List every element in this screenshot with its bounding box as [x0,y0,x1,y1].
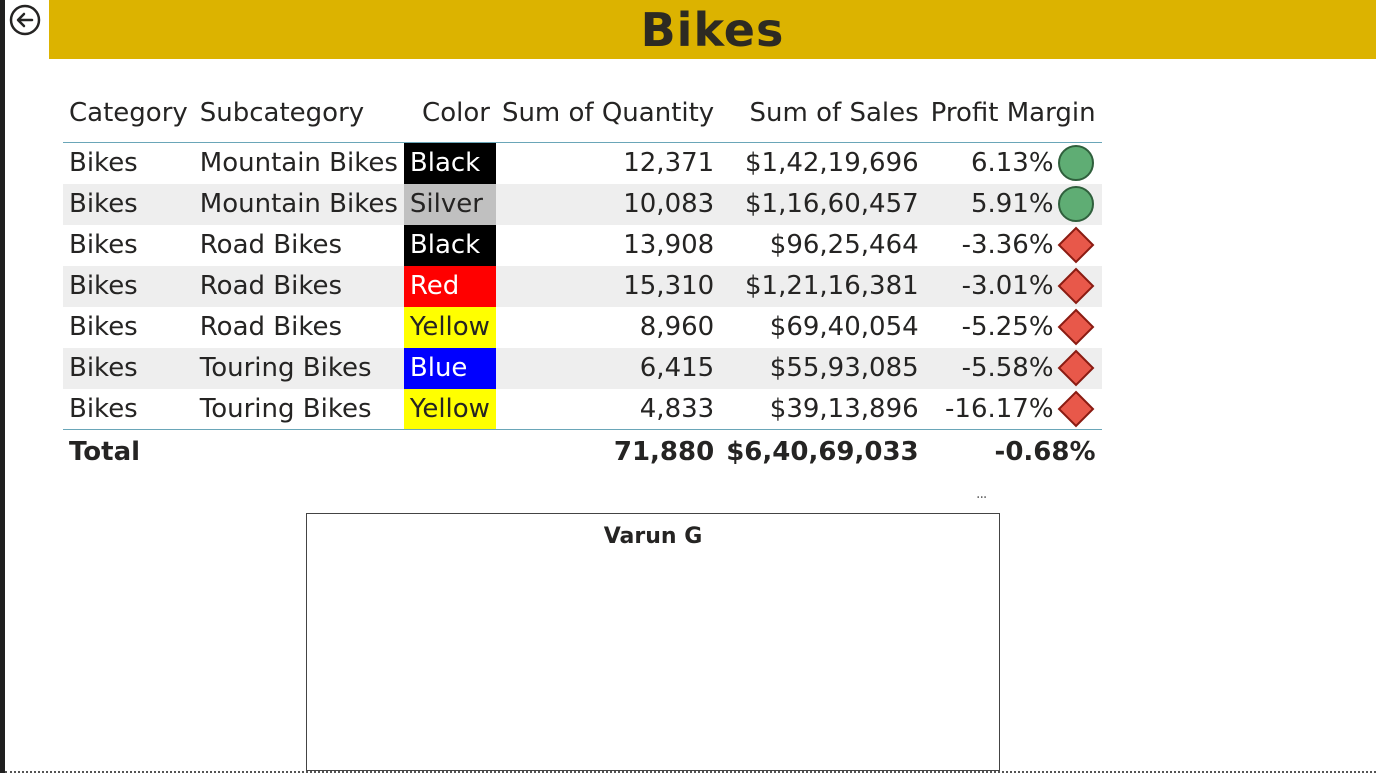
cell-profit-margin: -5.25% [925,307,1102,348]
cell-sales: $96,25,464 [769,230,919,260]
red-diamond-icon [1056,266,1096,306]
table-header-row: Category Subcategory Color Sum of Quanti… [63,84,1102,143]
header-quantity[interactable]: Sum of Quantity [495,84,721,143]
profit-margin-value: -3.36% [961,230,1054,260]
back-arrow-icon[interactable] [9,4,41,36]
cell-quantity: 4,833 [639,393,715,424]
cell-sales: $1,16,60,457 [720,183,925,225]
cell-subcategory: Road Bikes [199,312,343,342]
cell-quantity: 6,415 [495,347,721,389]
title-banner: Bikes [49,0,1376,59]
cell-subcategory: Road Bikes [199,230,343,260]
header-sales[interactable]: Sum of Sales [720,84,925,143]
table-row[interactable]: Bikes Touring Bikes Blue 6,415 $55,93,085 -5.… [63,347,1102,389]
total-label: Total [63,429,194,474]
profit-margin-value: -16.17% [945,393,1054,424]
cell-sales: $69,40,054 [769,312,919,342]
cell-subcategory: Touring Bikes [193,347,404,389]
cell-category: Bikes [69,312,138,342]
profit-margin-value: -5.58% [961,353,1054,383]
green-circle-icon [1056,184,1096,224]
table-row[interactable]: Bikes Road Bikes Red 15,310 $1,21,16,381 -3.0… [63,265,1102,307]
total-quantity: 71,880 [495,429,721,474]
header-category[interactable]: Category [63,84,194,143]
cell-sales: $1,42,19,696 [744,148,919,179]
cell-category: Bikes [63,347,194,389]
header-profit-margin[interactable]: Profit Margin [924,84,1102,143]
cell-quantity: 13,908 [623,230,715,260]
cell-color: Blue [403,347,496,389]
red-diamond-icon [1056,348,1096,388]
name-card: Varun G [306,513,1000,771]
cell-color: Red [403,265,496,307]
profit-margin-value: -3.01% [961,271,1054,301]
table-row[interactable]: Bikes Road Bikes Black 13,908 $96,25,464 -3.3… [63,224,1102,266]
cell-color: Yellow [403,388,496,430]
cell-category: Bikes [69,148,138,179]
cell-profit-margin: -3.01% [924,265,1102,307]
cell-subcategory: Touring Bikes [199,393,372,424]
cell-sales: $1,21,16,381 [720,265,925,307]
more-options-icon[interactable]: ... [976,486,987,502]
total-sales: $6,40,69,033 [720,429,925,474]
cell-sales: $39,13,896 [769,393,919,424]
total-profit-margin: -0.68% [924,429,1102,474]
green-circle-icon [1056,143,1096,183]
header-color[interactable]: Color [403,84,496,143]
table-row[interactable]: Bikes Touring Bikes Yellow 4,833 $39,13,896-… [63,388,1102,430]
cell-quantity: 8,960 [639,312,715,342]
cell-profit-margin: -5.58% [924,347,1102,389]
red-diamond-icon [1056,307,1096,347]
cell-profit-margin: -16.17% [925,389,1102,430]
profit-margin-value: -5.25% [961,312,1054,342]
cell-sales: $55,93,085 [720,347,925,389]
cell-color: Black [403,224,496,266]
table-row[interactable]: Bikes Mountain Bikes Silver 10,083 $1,16,60,… [63,183,1102,225]
cell-quantity: 12,371 [623,148,715,179]
cell-quantity: 15,310 [495,265,721,307]
cell-quantity: 10,083 [495,183,721,225]
cell-color: Black [403,142,496,184]
left-edge-border [0,0,5,773]
bikes-table: Category Subcategory Color Sum of Quanti… [63,84,1102,474]
table-row[interactable]: Bikes Road Bikes Yellow 8,960 $69,40,054 -5.2… [63,306,1102,348]
red-diamond-icon [1056,225,1096,265]
cell-profit-margin: 5.91% [924,183,1102,225]
card-title: Varun G [603,524,703,549]
cell-subcategory: Mountain Bikes [199,148,398,179]
table-row[interactable]: Bikes Mountain Bikes Black 12,371 $1,42,19,6… [63,142,1102,184]
red-diamond-icon [1056,389,1096,429]
header-subcategory[interactable]: Subcategory [193,84,404,143]
cell-profit-margin: -3.36% [925,225,1102,266]
cell-profit-margin: 6.13% [925,143,1102,184]
cell-category: Bikes [69,230,138,260]
cell-color: Yellow [403,306,496,348]
cell-color: Silver [403,183,496,225]
page-title: Bikes [640,2,785,57]
profit-margin-value: 5.91% [970,189,1054,219]
cell-subcategory: Road Bikes [193,265,404,307]
profit-margin-value: 6.13% [970,148,1054,179]
total-row: Total 71,880 $6,40,69,033 -0.68% [63,429,1102,474]
cell-subcategory: Mountain Bikes [193,183,404,225]
cell-category: Bikes [69,393,138,424]
cell-category: Bikes [63,183,194,225]
cell-category: Bikes [63,265,194,307]
